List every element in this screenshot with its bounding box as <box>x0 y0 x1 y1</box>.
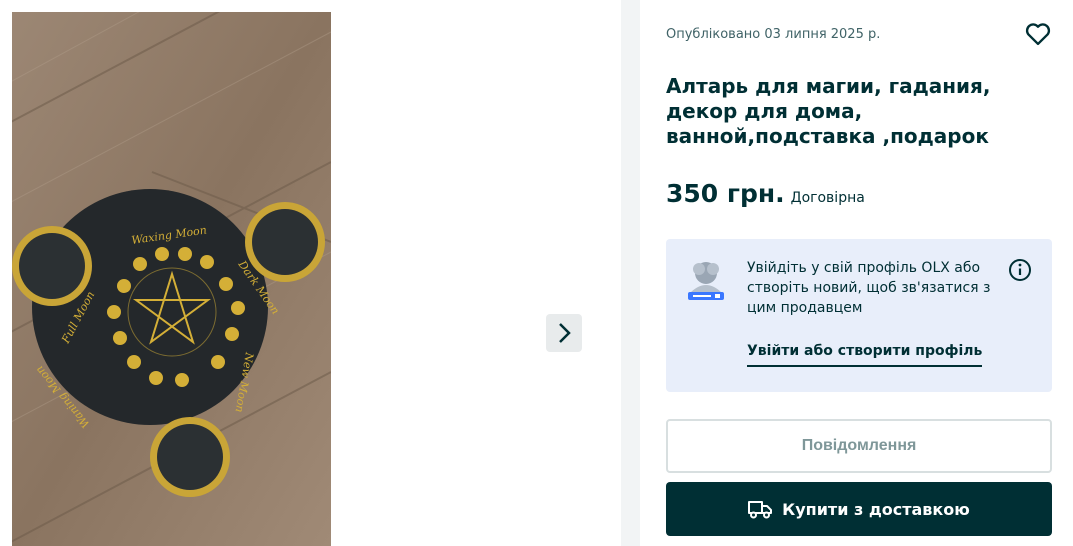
heart-icon <box>1025 23 1051 46</box>
negotiable-label: Договірна <box>790 190 865 206</box>
buy-button-label: Купити з доставкою <box>782 499 970 519</box>
buy-with-delivery-button[interactable]: Купити з доставкою <box>666 482 1052 536</box>
altar-photo-image: Waxing Moon Full Moon Waning Moon Dark M… <box>12 12 331 546</box>
truck-icon <box>748 501 773 519</box>
chevron-right-icon <box>559 323 571 343</box>
info-button[interactable] <box>1008 258 1032 282</box>
next-image-button[interactable] <box>546 314 582 352</box>
favorite-button[interactable] <box>1024 20 1052 48</box>
login-prompt-text: Увійдіть у свій профіль OLX або створіть… <box>747 260 991 316</box>
listing-info-panel: Опубліковано 03 липня 2025 р. Алтарь для… <box>640 0 1073 546</box>
login-or-register-link[interactable]: Увійти або створити профіль <box>747 343 983 367</box>
image-gallery: Waxing Moon Full Moon Waning Moon Dark M… <box>0 0 621 546</box>
login-prompt: Увійдіть у свій профіль OLX або створіть… <box>666 239 1052 392</box>
message-button[interactable]: Повідомлення <box>666 419 1052 473</box>
profile-illustration-icon <box>688 262 724 300</box>
listing-photo[interactable]: Waxing Moon Full Moon Waning Moon Dark M… <box>12 12 331 546</box>
listing-title: Алтарь для магии, гадания, декор для дом… <box>666 74 991 148</box>
published-date: Опубліковано 03 липня 2025 р. <box>666 27 881 42</box>
info-icon <box>1009 259 1031 281</box>
price: 350 грн. <box>666 179 785 208</box>
price-row: 350 грн. Договірна <box>666 179 865 208</box>
